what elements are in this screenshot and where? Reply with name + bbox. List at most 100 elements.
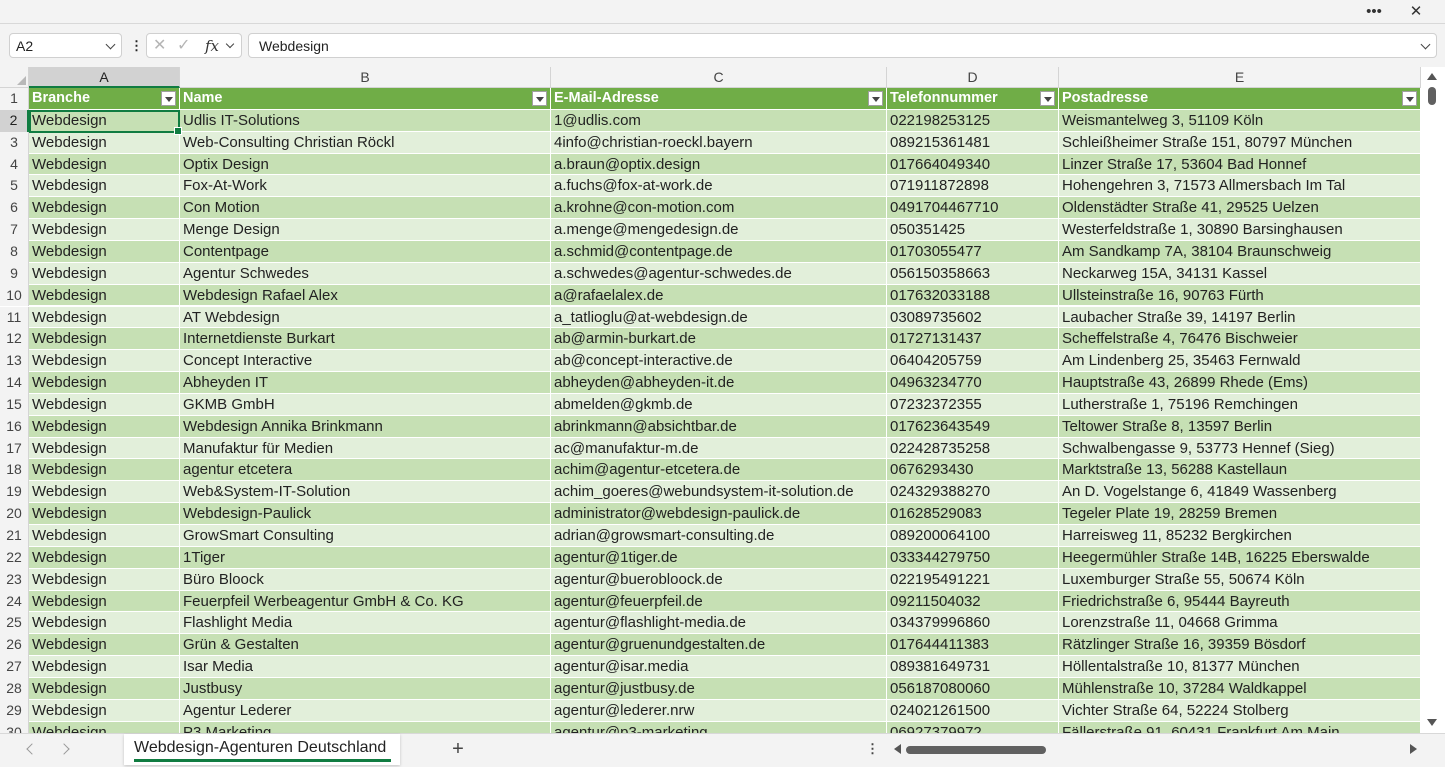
cell-branche[interactable]: Webdesign bbox=[29, 131, 180, 154]
cell-branche[interactable]: Webdesign bbox=[29, 219, 180, 241]
cell-branche[interactable]: Webdesign bbox=[29, 240, 180, 263]
chevron-down-icon[interactable] bbox=[225, 39, 235, 49]
horizontal-scroll-thumb[interactable] bbox=[906, 746, 1046, 754]
cell-postadresse[interactable]: Am Sandkamp 7A, 38104 Braunschweig bbox=[1059, 240, 1421, 263]
cell-name[interactable]: Con Motion bbox=[180, 197, 551, 220]
cell-email[interactable]: agentur@isar.media bbox=[551, 656, 887, 678]
cell-name[interactable]: AT Webdesign bbox=[180, 306, 551, 329]
cell-email[interactable]: agentur@1tiger.de bbox=[551, 546, 887, 569]
cell-postadresse[interactable]: Höllentalstraße 10, 81377 München bbox=[1059, 656, 1421, 678]
cell-branche[interactable]: Webdesign bbox=[29, 175, 180, 198]
cell-email[interactable]: 4info@christian-roeckl.bayern bbox=[551, 131, 887, 154]
cell-branche[interactable]: Webdesign bbox=[29, 328, 180, 351]
cell-name[interactable]: Web-Consulting Christian Röckl bbox=[180, 131, 551, 154]
cell-branche[interactable]: Webdesign bbox=[29, 459, 180, 482]
cell-branche[interactable]: Webdesign bbox=[29, 503, 180, 525]
cell-name[interactable]: Flashlight Media bbox=[180, 612, 551, 635]
cell-telefon[interactable]: 089381649731 bbox=[887, 656, 1059, 678]
column-header-a[interactable]: A bbox=[29, 67, 180, 88]
row-number[interactable]: 23 bbox=[0, 568, 29, 591]
row-number[interactable]: 19 bbox=[0, 481, 29, 504]
cell-telefon[interactable]: 017632033188 bbox=[887, 284, 1059, 307]
scroll-up-icon[interactable] bbox=[1427, 73, 1437, 80]
cell-email[interactable]: 1@udlis.com bbox=[551, 109, 887, 132]
row-number[interactable]: 18 bbox=[0, 459, 29, 482]
cell-telefon[interactable]: 022195491221 bbox=[887, 568, 1059, 591]
row-number[interactable]: 13 bbox=[0, 350, 29, 373]
cell-telefon[interactable]: 06404205759 bbox=[887, 350, 1059, 373]
scroll-right-icon[interactable] bbox=[1410, 744, 1417, 754]
cell-email[interactable]: a@rafaelalex.de bbox=[551, 284, 887, 307]
cell-email[interactable]: a.schwedes@agentur-schwedes.de bbox=[551, 262, 887, 285]
close-button[interactable]: ✕ bbox=[1404, 2, 1428, 22]
cell-postadresse[interactable]: Oldenstädter Straße 41, 29525 Uelzen bbox=[1059, 197, 1421, 220]
row-number[interactable]: 10 bbox=[0, 284, 29, 307]
cell-telefon[interactable]: 056187080060 bbox=[887, 677, 1059, 700]
cell-email[interactable]: agentur@p3-marketing bbox=[551, 721, 887, 733]
sheet-tab-active[interactable]: Webdesign-Agenturen Deutschland bbox=[124, 734, 400, 765]
cell-name[interactable]: Optix Design bbox=[180, 153, 551, 176]
cell-branche[interactable]: Webdesign bbox=[29, 656, 180, 678]
horizontal-scrollbar[interactable] bbox=[892, 740, 1426, 758]
cell-branche[interactable]: Webdesign bbox=[29, 481, 180, 504]
cell-postadresse[interactable]: Weismantelweg 3, 51109 Köln bbox=[1059, 109, 1421, 132]
cell-postadresse[interactable]: Ullsteinstraße 16, 90763 Fürth bbox=[1059, 284, 1421, 307]
cell-email[interactable]: ab@armin-burkart.de bbox=[551, 328, 887, 351]
cell-email[interactable]: a_tatlioglu@at-webdesign.de bbox=[551, 306, 887, 329]
cell-branche[interactable]: Webdesign bbox=[29, 590, 180, 613]
cell-email[interactable]: abheyden@abheyden-it.de bbox=[551, 372, 887, 394]
cell-telefon[interactable]: 056150358663 bbox=[887, 262, 1059, 285]
cell-name[interactable]: Webdesign-Paulick bbox=[180, 503, 551, 525]
vertical-scroll-thumb[interactable] bbox=[1428, 87, 1436, 105]
cell-postadresse[interactable]: An D. Vogelstange 6, 41849 Wassenberg bbox=[1059, 481, 1421, 504]
column-header-c[interactable]: C bbox=[551, 67, 887, 88]
cell-email[interactable]: ac@manufaktur-m.de bbox=[551, 437, 887, 460]
cell-postadresse[interactable]: Scheffelstraße 4, 76476 Bischweier bbox=[1059, 328, 1421, 351]
expand-formula-icon[interactable] bbox=[1420, 39, 1431, 50]
cell-telefon[interactable]: 034379996860 bbox=[887, 612, 1059, 635]
header-cell-telefon[interactable]: Telefonnummer bbox=[887, 88, 1059, 110]
add-sheet-button[interactable]: + bbox=[448, 738, 468, 760]
row-number[interactable]: 29 bbox=[0, 699, 29, 722]
cell-branche[interactable]: Webdesign bbox=[29, 372, 180, 394]
cell-postadresse[interactable]: Fällerstraße 91, 60431 Frankfurt Am Main bbox=[1059, 721, 1421, 733]
row-number[interactable]: 16 bbox=[0, 415, 29, 438]
check-icon[interactable]: ✓ bbox=[177, 37, 190, 55]
chevron-down-icon[interactable] bbox=[105, 39, 116, 50]
cell-email[interactable]: agentur@justbusy.de bbox=[551, 677, 887, 700]
cell-postadresse[interactable]: Harreisweg 11, 85232 Bergkirchen bbox=[1059, 525, 1421, 547]
cell-branche[interactable]: Webdesign bbox=[29, 634, 180, 657]
row-number[interactable]: 3 bbox=[0, 131, 29, 154]
row-number[interactable]: 9 bbox=[0, 262, 29, 285]
more-options-button[interactable]: ••• bbox=[1362, 2, 1386, 22]
cell-telefon[interactable]: 0676293430 bbox=[887, 459, 1059, 482]
cancel-icon[interactable]: ✕ bbox=[153, 37, 166, 55]
cell-email[interactable]: agentur@buerobloock.de bbox=[551, 568, 887, 591]
cell-telefon[interactable]: 033344279750 bbox=[887, 546, 1059, 569]
row-number[interactable]: 11 bbox=[0, 306, 29, 329]
cell-name[interactable]: Fox-At-Work bbox=[180, 175, 551, 198]
cell-postadresse[interactable]: Marktstraße 13, 56288 Kastellaun bbox=[1059, 459, 1421, 482]
cell-branche[interactable]: Webdesign bbox=[29, 721, 180, 733]
cell-branche[interactable]: Webdesign bbox=[29, 612, 180, 635]
cell-postadresse[interactable]: Schwalbengasse 9, 53773 Hennef (Sieg) bbox=[1059, 437, 1421, 460]
cell-telefon[interactable]: 06927379972 bbox=[887, 721, 1059, 733]
cell-email[interactable]: administrator@webdesign-paulick.de bbox=[551, 503, 887, 525]
cell-postadresse[interactable]: Friedrichstraße 6, 95444 Bayreuth bbox=[1059, 590, 1421, 613]
cell-name[interactable]: Internetdienste Burkart bbox=[180, 328, 551, 351]
cell-postadresse[interactable]: Lutherstraße 1, 75196 Remchingen bbox=[1059, 393, 1421, 416]
cell-postadresse[interactable]: Linzer Straße 17, 53604 Bad Honnef bbox=[1059, 153, 1421, 176]
cell-email[interactable]: abrinkmann@absichtbar.de bbox=[551, 415, 887, 438]
cell-telefon[interactable]: 089215361481 bbox=[887, 131, 1059, 154]
header-cell-name[interactable]: Name bbox=[180, 88, 551, 110]
insert-function-icon[interactable]: fx bbox=[205, 37, 219, 55]
cell-postadresse[interactable]: Teltower Straße 8, 13597 Berlin bbox=[1059, 415, 1421, 438]
row-number[interactable]: 2 bbox=[0, 109, 29, 132]
cell-branche[interactable]: Webdesign bbox=[29, 437, 180, 460]
cell-postadresse[interactable]: Tegeler Plate 19, 28259 Bremen bbox=[1059, 503, 1421, 525]
cell-email[interactable]: adrian@growsmart-consulting.de bbox=[551, 525, 887, 547]
row-number[interactable]: 15 bbox=[0, 393, 29, 416]
row-number[interactable]: 30 bbox=[0, 721, 29, 733]
cell-name[interactable]: agentur etcetera bbox=[180, 459, 551, 482]
cell-email[interactable]: agentur@flashlight-media.de bbox=[551, 612, 887, 635]
